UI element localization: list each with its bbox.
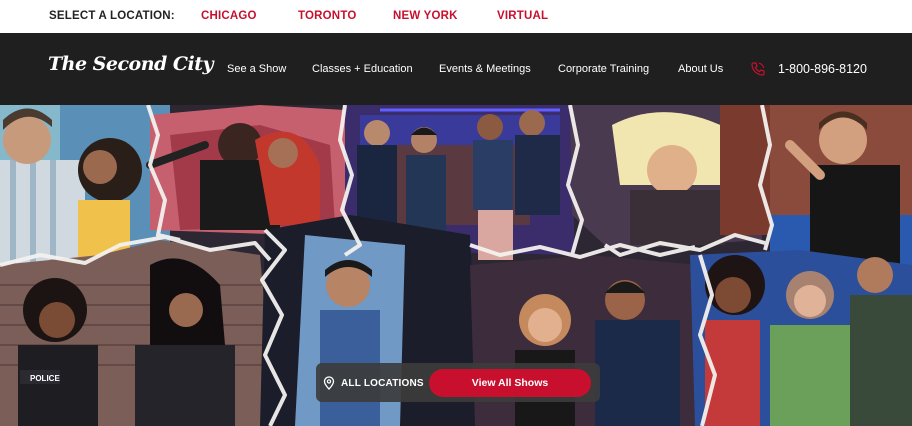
site-header: The Second City See a Show Classes + Edu… <box>0 33 912 105</box>
location-link-toronto[interactable]: TORONTO <box>298 10 356 22</box>
nav-see-a-show[interactable]: See a Show <box>227 63 286 75</box>
location-bar: SELECT A LOCATION: CHICAGO TORONTO NEW Y… <box>0 0 912 33</box>
phone-number[interactable]: 1-800-896-8120 <box>778 62 867 76</box>
nav-events-meetings[interactable]: Events & Meetings <box>439 63 531 75</box>
map-pin-icon <box>323 376 335 390</box>
nav-classes-education[interactable]: Classes + Education <box>312 63 413 75</box>
nav-corporate-training[interactable]: Corporate Training <box>558 63 649 75</box>
phone-icon[interactable] <box>750 61 766 77</box>
location-link-chicago[interactable]: CHICAGO <box>201 10 257 22</box>
svg-text:POLICE: POLICE <box>30 374 60 383</box>
location-label: SELECT A LOCATION: <box>49 10 175 22</box>
nav-about-us[interactable]: About Us <box>678 63 723 75</box>
location-link-new-york[interactable]: NEW YORK <box>393 10 458 22</box>
location-link-virtual[interactable]: VIRTUAL <box>497 10 548 22</box>
all-locations-select[interactable]: ALL LOCATIONS <box>323 370 424 396</box>
view-all-shows-button[interactable]: View All Shows <box>429 369 591 397</box>
site-logo[interactable]: The Second City <box>48 53 214 75</box>
all-locations-label: ALL LOCATIONS <box>341 377 424 389</box>
